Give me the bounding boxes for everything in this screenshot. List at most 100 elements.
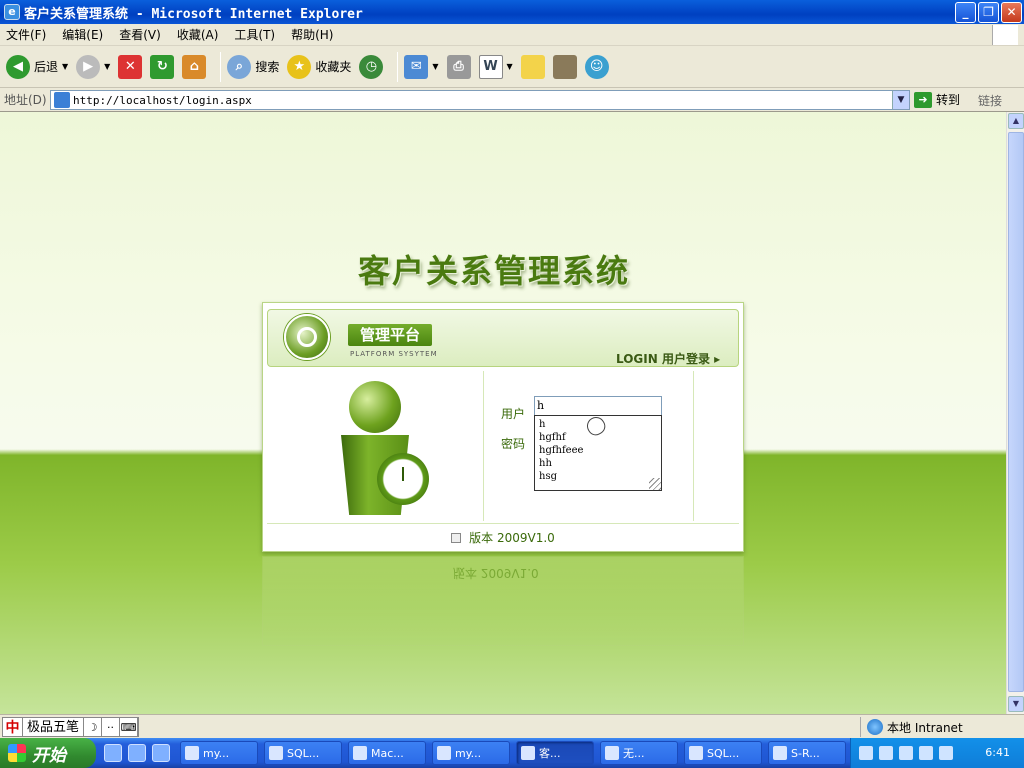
ie-icon: e <box>4 4 20 20</box>
forward-dropdown-icon[interactable]: ▼ <box>104 62 110 71</box>
taskbar-item[interactable]: my... <box>432 741 510 765</box>
home-icon: ⌂ <box>182 54 207 79</box>
taskbar-item[interactable]: SQL... <box>684 741 762 765</box>
mail-button[interactable]: ✉ ▼ <box>404 51 439 83</box>
autocomplete-item[interactable]: hsg <box>539 470 657 483</box>
divider <box>483 371 484 521</box>
quick-launch <box>104 744 170 762</box>
note-icon <box>520 54 545 79</box>
app-icon <box>773 746 787 760</box>
go-arrow-icon: ➜ <box>914 91 932 108</box>
taskbar-item[interactable]: S-R... <box>768 741 846 765</box>
quicklaunch-app-icon[interactable] <box>104 744 122 762</box>
home-button[interactable]: ⌂ <box>182 51 207 83</box>
qq-icon[interactable] <box>919 746 933 760</box>
taskbar-item[interactable]: Mac... <box>348 741 426 765</box>
taskbar-item[interactable]: my... <box>180 741 258 765</box>
address-field[interactable]: http://localhost/login.aspx ▼ <box>50 90 910 110</box>
taskbar-item[interactable]: 客... <box>516 741 594 765</box>
network-icon[interactable] <box>899 746 913 760</box>
scroll-down-icon[interactable]: ▼ <box>1008 696 1024 712</box>
scroll-thumb[interactable] <box>1008 132 1024 692</box>
start-button[interactable]: 开始 <box>0 738 96 768</box>
taskbar-item-label: SQL... <box>287 746 320 760</box>
close-button[interactable]: ✕ <box>1001 2 1022 23</box>
taskbar-item-label: SQL... <box>707 746 740 760</box>
refresh-icon: ↻ <box>150 54 175 79</box>
stop-icon: ✕ <box>118 54 143 79</box>
address-label: 地址(D) <box>4 93 47 107</box>
volume-icon[interactable] <box>939 746 953 760</box>
search-icon: ⌕ <box>227 54 252 79</box>
mail-icon: ✉ <box>404 54 429 79</box>
ime-name[interactable]: 极品五笔 <box>23 718 85 736</box>
windows-flag-icon <box>8 744 26 762</box>
notes-button[interactable] <box>520 51 545 83</box>
print-button[interactable]: ⎙ <box>446 51 471 83</box>
login-panel: 管理平台 PLATFORM SYSYTEM LOGIN 用户登录 ▸ 用户 密码… <box>262 302 744 552</box>
taskbar: 开始 my... SQL... Mac... my... 客... 无... S… <box>0 738 1024 768</box>
mail-dropdown-icon[interactable]: ▼ <box>432 62 438 71</box>
menu-file[interactable]: 文件(F) <box>6 26 46 43</box>
address-dropdown-icon[interactable]: ▼ <box>892 91 909 109</box>
keyboard-icon[interactable] <box>859 746 873 760</box>
quicklaunch-desktop-icon[interactable] <box>152 744 170 762</box>
toolbar-separator <box>397 51 399 82</box>
messenger-button[interactable]: ☺ <box>584 51 609 83</box>
platform-logo-icon <box>284 314 330 360</box>
menu-help[interactable]: 帮助(H) <box>291 26 333 43</box>
windows-logo-icon <box>992 25 1018 45</box>
ime-chinese-icon[interactable]: 中 <box>3 718 23 736</box>
edit-button[interactable]: W ▼ <box>478 51 513 83</box>
username-input[interactable]: h <box>534 396 662 416</box>
login-header: 管理平台 PLATFORM SYSYTEM LOGIN 用户登录 ▸ <box>267 309 739 367</box>
app-icon <box>437 746 451 760</box>
search-label: 搜索 <box>255 60 280 74</box>
version-footer: 版本 2009V1.0 <box>267 523 739 551</box>
edit-dropdown-icon[interactable]: ▼ <box>507 62 513 71</box>
back-dropdown-icon[interactable]: ▼ <box>62 62 68 71</box>
favorites-label: 收藏夹 <box>315 60 352 74</box>
quicklaunch-ie-icon[interactable] <box>128 744 146 762</box>
platform-title: 管理平台 <box>348 324 432 346</box>
back-button[interactable]: ◀ 后退 ▼ <box>6 51 68 83</box>
system-tray: 6:41 <box>850 738 1024 768</box>
messenger-icon: ☺ <box>584 54 609 79</box>
research-button[interactable] <box>552 51 577 83</box>
menu-tools[interactable]: 工具(T) <box>234 26 275 43</box>
menu-favorites[interactable]: 收藏(A) <box>177 26 219 43</box>
minimize-button[interactable]: _ <box>955 2 976 23</box>
forward-button[interactable]: ▶ ▼ <box>76 51 110 83</box>
links-button[interactable]: 链接 <box>978 92 1002 109</box>
menu-edit[interactable]: 编辑(E) <box>62 26 103 43</box>
menu-view[interactable]: 查看(V) <box>119 26 161 43</box>
back-label: 后退 <box>34 60 59 74</box>
autocomplete-item[interactable]: hh <box>539 457 657 470</box>
resize-grip-icon[interactable] <box>649 478 661 490</box>
forward-arrow-icon: ▶ <box>76 54 101 79</box>
stop-button[interactable]: ✕ <box>118 51 143 83</box>
punctuation-icon[interactable]: ·· <box>102 718 121 736</box>
refresh-button[interactable]: ↻ <box>150 51 175 83</box>
taskbar-item-label: my... <box>203 746 230 760</box>
window-title: 客户关系管理系统 - Microsoft Internet Explorer <box>24 6 363 22</box>
toolbar: ◀ 后退 ▼ ▶ ▼ ✕ ↻ ⌂ ⌕ 搜索 ★ 收藏夹 ◷ ✉ ▼ ⎙ W ▼ <box>0 46 1024 88</box>
history-button[interactable]: ◷ <box>359 51 384 83</box>
username-label: 用户 <box>501 407 526 421</box>
ime-toolbar[interactable]: 中 极品五笔 ☽ ·· ⌨ <box>2 717 140 737</box>
search-button[interactable]: ⌕ 搜索 <box>227 51 279 83</box>
autocomplete-item[interactable]: hgfhfeee <box>539 444 657 457</box>
scroll-up-icon[interactable]: ▲ <box>1008 113 1024 129</box>
toolbar-separator <box>220 51 222 82</box>
half-width-icon[interactable]: ☽ <box>84 718 103 736</box>
taskbar-item[interactable]: SQL... <box>264 741 342 765</box>
taskbar-item[interactable]: 无... <box>600 741 678 765</box>
help-icon[interactable] <box>879 746 893 760</box>
maximize-button[interactable]: ❐ <box>978 2 999 23</box>
favorites-button[interactable]: ★ 收藏夹 <box>287 51 351 83</box>
word-icon: W <box>478 54 503 79</box>
go-button[interactable]: ➜ 转到 <box>914 91 960 108</box>
vertical-scrollbar[interactable]: ▲ ▼ <box>1006 112 1024 714</box>
address-url[interactable]: http://localhost/login.aspx <box>73 94 252 107</box>
soft-keyboard-icon[interactable]: ⌨ <box>120 718 139 736</box>
